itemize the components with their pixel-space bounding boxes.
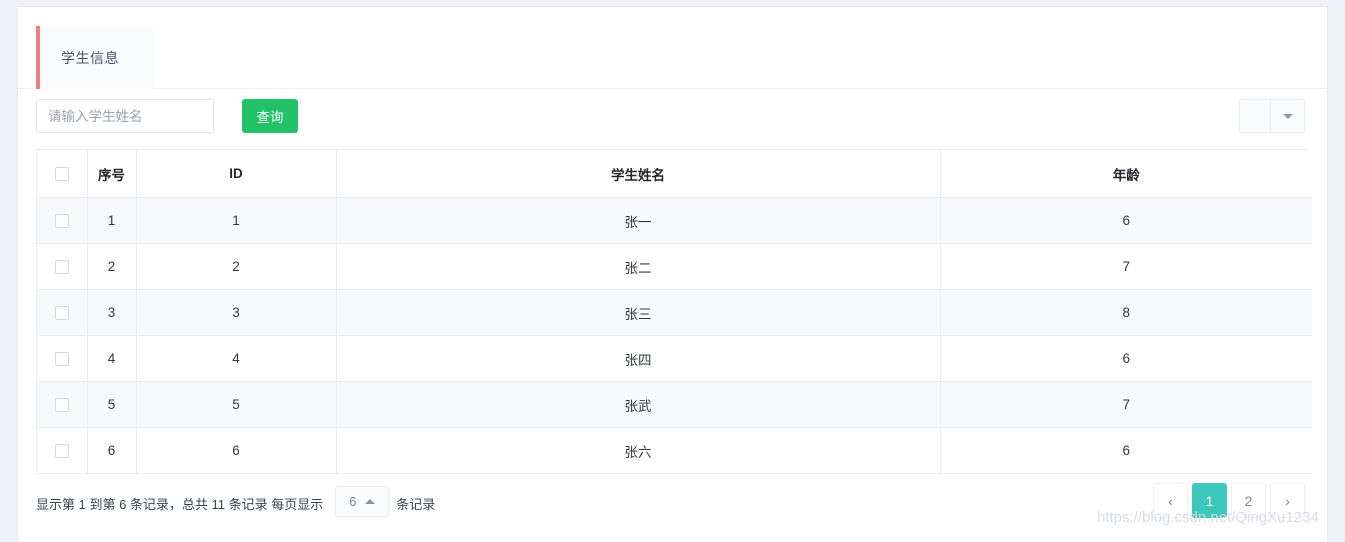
columns-dropdown-button[interactable] <box>1271 99 1305 133</box>
cell-id: 3 <box>136 289 337 336</box>
page-size-value: 6 <box>349 494 357 509</box>
cell-name: 张武 <box>336 381 941 428</box>
cell-id: 6 <box>136 427 337 474</box>
pagination-next[interactable]: › <box>1270 483 1305 518</box>
page-title-plate: 学生信息 <box>36 26 154 89</box>
row-checkbox[interactable] <box>54 214 69 229</box>
row-checkbox[interactable] <box>54 444 69 459</box>
row-checkbox[interactable] <box>54 398 69 413</box>
columns-toggle-button[interactable] <box>1239 99 1271 133</box>
cell-index: 2 <box>87 243 137 290</box>
row-select-cell <box>37 381 88 428</box>
cell-index: 4 <box>87 335 137 382</box>
table-head: 序号 ID 学生姓名 年龄 <box>37 150 1312 198</box>
cell-index: 5 <box>87 381 137 428</box>
column-header-index[interactable]: 序号 <box>87 150 137 198</box>
column-header-age[interactable]: 年龄 <box>940 150 1312 198</box>
cell-age: 6 <box>940 335 1312 382</box>
row-checkbox[interactable] <box>54 352 69 367</box>
cell-id: 1 <box>136 197 337 244</box>
cell-name: 张四 <box>336 335 941 382</box>
cell-age: 7 <box>940 243 1312 290</box>
pagination: ‹ 1 2 › <box>1149 483 1305 518</box>
table-row[interactable]: 2 2 张二 7 <box>37 243 1312 290</box>
table-header-row: 序号 ID 学生姓名 年龄 <box>37 150 1312 198</box>
table-footer: 显示第 1 到第 6 条记录，总共 11 条记录 每页显示 6 条记录 ‹ 1 … <box>36 474 1309 526</box>
cell-age: 7 <box>940 381 1312 428</box>
pagination-info-suffix: 条记录 <box>396 497 436 512</box>
row-select-cell <box>37 427 88 474</box>
row-select-cell <box>37 289 88 336</box>
row-select-cell <box>37 243 88 290</box>
column-header-id[interactable]: ID <box>136 150 337 198</box>
search-button[interactable]: 查询 <box>242 99 298 133</box>
pagination-page-1[interactable]: 1 <box>1192 483 1227 518</box>
table-row[interactable]: 3 3 张三 8 <box>37 289 1312 336</box>
row-select-cell <box>37 197 88 244</box>
caret-up-icon <box>365 499 376 504</box>
cell-id: 4 <box>136 335 337 382</box>
table-row[interactable]: 6 6 张六 6 <box>37 427 1312 474</box>
student-table: 序号 ID 学生姓名 年龄 1 1 张一 6 2 2 张二 7 3 3 张三 8… <box>37 150 1312 474</box>
pagination-page-2[interactable]: 2 <box>1231 483 1266 518</box>
cell-index: 1 <box>87 197 137 244</box>
pagination-info: 显示第 1 到第 6 条记录，总共 11 条记录 每页显示 6 条记录 <box>36 486 440 519</box>
page-title: 学生信息 <box>61 49 119 66</box>
select-all-header <box>37 150 88 198</box>
table-row[interactable]: 4 4 张四 6 <box>37 335 1312 382</box>
cell-name: 张六 <box>336 427 941 474</box>
row-checkbox[interactable] <box>54 306 69 321</box>
column-header-name[interactable]: 学生姓名 <box>336 150 941 198</box>
row-checkbox[interactable] <box>54 260 69 275</box>
student-info-card: 学生信息 查询 <box>17 6 1328 542</box>
pagination-info-prefix: 显示第 1 到第 6 条记录，总共 11 条记录 每页显示 <box>36 497 324 512</box>
cell-index: 3 <box>87 289 137 336</box>
cell-name: 张一 <box>336 197 941 244</box>
table-row[interactable]: 5 5 张武 7 <box>37 381 1312 428</box>
cell-name: 张三 <box>336 289 941 336</box>
panel-header: 学生信息 <box>18 7 1327 89</box>
search-input[interactable] <box>36 99 214 133</box>
table-body: 1 1 张一 6 2 2 张二 7 3 3 张三 8 4 4 张四 6 5 5 … <box>37 197 1312 474</box>
row-select-cell <box>37 335 88 382</box>
cell-index: 6 <box>87 427 137 474</box>
cell-age: 6 <box>940 427 1312 474</box>
cell-age: 8 <box>940 289 1312 336</box>
page-size-select[interactable]: 6 <box>335 486 390 517</box>
select-all-checkbox[interactable] <box>54 167 69 182</box>
table-options-button-group <box>1239 99 1305 133</box>
table-row[interactable]: 1 1 张一 6 <box>37 197 1312 244</box>
cell-name: 张二 <box>336 243 941 290</box>
caret-down-icon <box>1282 113 1293 119</box>
student-table-container: 序号 ID 学生姓名 年龄 1 1 张一 6 2 2 张二 7 3 3 张三 8… <box>36 149 1312 474</box>
pagination-prev[interactable]: ‹ <box>1153 483 1188 518</box>
cell-age: 6 <box>940 197 1312 244</box>
cell-id: 5 <box>136 381 337 428</box>
toolbar: 查询 <box>18 89 1327 149</box>
cell-id: 2 <box>136 243 337 290</box>
